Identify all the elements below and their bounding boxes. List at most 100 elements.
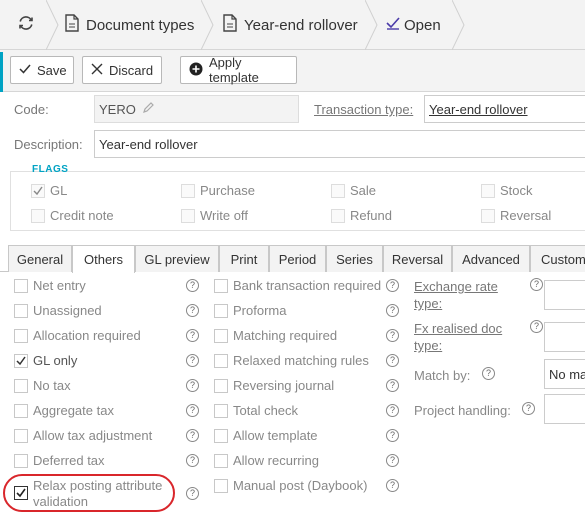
tab-custom[interactable]: Custom bbox=[530, 245, 585, 272]
option-unassigned[interactable]: Unassigned bbox=[14, 303, 102, 318]
help-icon[interactable]: ? bbox=[186, 304, 199, 317]
checkbox[interactable] bbox=[214, 428, 228, 443]
checkbox[interactable] bbox=[31, 208, 45, 223]
checkbox[interactable] bbox=[331, 183, 345, 198]
help-icon[interactable]: ? bbox=[482, 367, 495, 380]
help-icon[interactable]: ? bbox=[522, 402, 535, 415]
flag-sale[interactable]: Sale bbox=[331, 183, 376, 198]
breadcrumb-item-open[interactable]: Open bbox=[386, 0, 441, 50]
help-icon[interactable]: ? bbox=[386, 454, 399, 467]
help-icon[interactable]: ? bbox=[386, 429, 399, 442]
help-icon[interactable]: ? bbox=[386, 304, 399, 317]
checkbox[interactable] bbox=[214, 478, 228, 493]
pencil-icon bbox=[142, 101, 154, 117]
fx-realised-doc-type-label[interactable]: Fx realised doc type: bbox=[414, 320, 502, 354]
option-matching-required[interactable]: Matching required bbox=[214, 328, 337, 343]
option-no-tax[interactable]: No tax bbox=[14, 378, 71, 393]
help-icon[interactable]: ? bbox=[186, 404, 199, 417]
code-field[interactable]: YERO bbox=[94, 95, 299, 123]
option-net-entry[interactable]: Net entry bbox=[14, 278, 86, 293]
tab-gl-preview[interactable]: GL preview bbox=[135, 245, 219, 272]
checkbox[interactable] bbox=[14, 303, 28, 318]
checkbox[interactable] bbox=[481, 208, 495, 223]
flag-write-off[interactable]: Write off bbox=[181, 208, 248, 223]
tab-period[interactable]: Period bbox=[269, 245, 326, 272]
option-allow-recurring[interactable]: Allow recurring bbox=[214, 453, 319, 468]
help-icon[interactable]: ? bbox=[386, 354, 399, 367]
checkbox[interactable] bbox=[181, 183, 195, 198]
save-button[interactable]: Save bbox=[10, 56, 74, 84]
flag-stock[interactable]: Stock bbox=[481, 183, 533, 198]
tab-print[interactable]: Print bbox=[219, 245, 269, 272]
option-total-check[interactable]: Total check bbox=[214, 403, 298, 418]
checkbox[interactable] bbox=[214, 353, 228, 368]
option-bank-transaction-required[interactable]: Bank transaction required bbox=[214, 278, 381, 293]
breadcrumb-item-year-end-rollover[interactable]: Year-end rollover bbox=[222, 0, 358, 50]
checkbox[interactable] bbox=[14, 328, 28, 343]
discard-button[interactable]: Discard bbox=[82, 56, 162, 84]
help-icon[interactable]: ? bbox=[186, 279, 199, 292]
flag-credit-note[interactable]: Credit note bbox=[31, 208, 114, 223]
checkbox[interactable] bbox=[214, 453, 228, 468]
fx-realised-doc-type-field[interactable] bbox=[544, 322, 585, 352]
transaction-type-value[interactable]: Year-end rollover bbox=[429, 102, 528, 117]
flag-refund[interactable]: Refund bbox=[331, 208, 392, 223]
tab-general[interactable]: General bbox=[8, 245, 72, 272]
exchange-rate-type-field[interactable] bbox=[544, 280, 585, 310]
checkbox[interactable] bbox=[14, 428, 28, 443]
transaction-type-field[interactable]: Year-end rollover bbox=[424, 95, 585, 123]
checkbox[interactable] bbox=[14, 378, 28, 393]
tab-reversal[interactable]: Reversal bbox=[383, 245, 452, 272]
checkbox[interactable] bbox=[14, 403, 28, 418]
project-handling-field[interactable] bbox=[544, 394, 585, 424]
checkbox[interactable] bbox=[14, 453, 28, 468]
help-icon[interactable]: ? bbox=[186, 429, 199, 442]
option-allow-template[interactable]: Allow template bbox=[214, 428, 318, 443]
help-icon[interactable]: ? bbox=[530, 320, 543, 333]
help-icon[interactable]: ? bbox=[530, 278, 543, 291]
help-icon[interactable]: ? bbox=[386, 329, 399, 342]
tab-series[interactable]: Series bbox=[326, 245, 383, 272]
option-proforma[interactable]: Proforma bbox=[214, 303, 286, 318]
help-icon[interactable]: ? bbox=[386, 379, 399, 392]
checkbox[interactable] bbox=[31, 183, 45, 198]
help-icon[interactable]: ? bbox=[386, 279, 399, 292]
option-allocation-required[interactable]: Allocation required bbox=[14, 328, 141, 343]
option-gl-only[interactable]: GL only bbox=[14, 353, 77, 368]
option-manual-post-daybook[interactable]: Manual post (Daybook) bbox=[214, 478, 367, 493]
option-allow-tax-adjustment[interactable]: Allow tax adjustment bbox=[14, 428, 152, 443]
apply-template-button[interactable]: Apply template bbox=[180, 55, 297, 85]
help-icon[interactable]: ? bbox=[186, 379, 199, 392]
flag-gl[interactable]: GL bbox=[31, 183, 67, 198]
checkbox[interactable] bbox=[214, 278, 228, 293]
help-icon[interactable]: ? bbox=[186, 354, 199, 367]
checkbox[interactable] bbox=[481, 183, 495, 198]
option-deferred-tax[interactable]: Deferred tax bbox=[14, 453, 105, 468]
help-icon[interactable]: ? bbox=[186, 487, 199, 500]
checkbox[interactable] bbox=[181, 208, 195, 223]
option-reversing-journal[interactable]: Reversing journal bbox=[214, 378, 334, 393]
flag-purchase[interactable]: Purchase bbox=[181, 183, 255, 198]
option-relaxed-matching-rules[interactable]: Relaxed matching rules bbox=[214, 353, 369, 368]
checkbox[interactable] bbox=[214, 403, 228, 418]
match-by-select[interactable]: No ma bbox=[544, 359, 585, 389]
exchange-rate-type-label[interactable]: Exchange rate type: bbox=[414, 278, 498, 312]
help-icon[interactable]: ? bbox=[386, 479, 399, 492]
checkbox[interactable] bbox=[214, 378, 228, 393]
refresh-button[interactable] bbox=[12, 0, 40, 50]
checkbox[interactable] bbox=[331, 208, 345, 223]
description-field[interactable]: Year-end rollover bbox=[94, 130, 585, 158]
tab-advanced[interactable]: Advanced bbox=[452, 245, 530, 272]
tab-others[interactable]: Others bbox=[72, 245, 135, 273]
help-icon[interactable]: ? bbox=[386, 404, 399, 417]
checkbox-checked[interactable] bbox=[14, 353, 28, 368]
transaction-type-label[interactable]: Transaction type: bbox=[314, 102, 413, 117]
checkbox[interactable] bbox=[14, 278, 28, 293]
help-icon[interactable]: ? bbox=[186, 454, 199, 467]
breadcrumb-item-document-types[interactable]: Document types bbox=[64, 0, 194, 50]
checkbox[interactable] bbox=[214, 328, 228, 343]
help-icon[interactable]: ? bbox=[186, 329, 199, 342]
option-aggregate-tax[interactable]: Aggregate tax bbox=[14, 403, 114, 418]
flag-reversal[interactable]: Reversal bbox=[481, 208, 551, 223]
checkbox[interactable] bbox=[214, 303, 228, 318]
